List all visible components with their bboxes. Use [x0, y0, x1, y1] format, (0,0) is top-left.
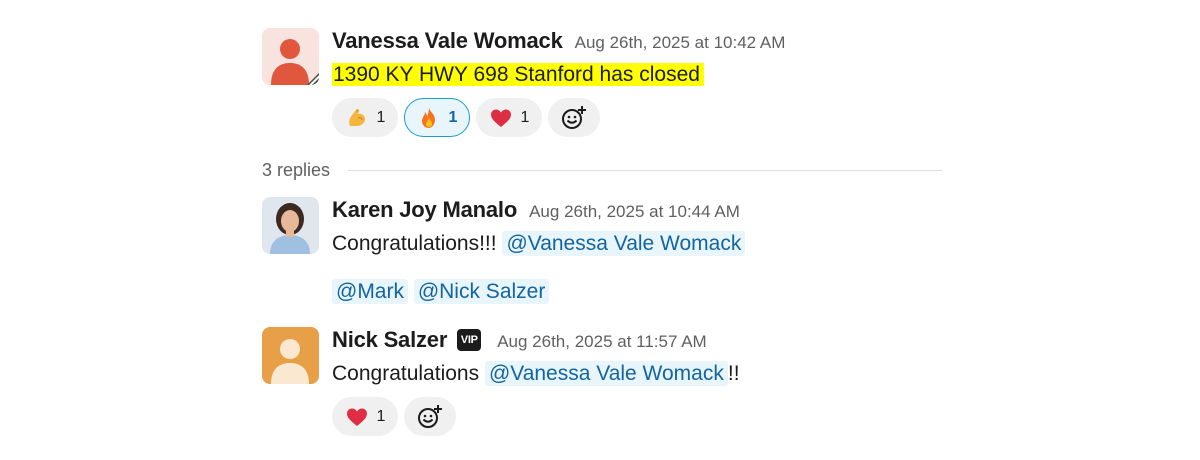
- author-name[interactable]: Nick Salzer: [332, 327, 447, 353]
- timestamp[interactable]: Aug 26th, 2025 at 10:44 AM: [529, 202, 740, 222]
- avatar[interactable]: [262, 197, 319, 254]
- reaction-red-heart[interactable]: 1: [476, 98, 542, 137]
- vip-badge: VIP: [457, 329, 482, 351]
- red-heart-icon: [346, 408, 367, 426]
- reply-karen: Karen Joy Manalo Aug 26th, 2025 at 10:44…: [262, 197, 942, 309]
- reaction-count: 1: [448, 108, 458, 126]
- flexed-biceps-icon: [348, 108, 365, 126]
- mention-vanessa[interactable]: @Vanessa Vale Womack: [484, 361, 728, 386]
- avatar[interactable]: [262, 327, 319, 384]
- reactions-bar: 1 1 1: [332, 98, 942, 137]
- reaction-fire[interactable]: 1: [404, 98, 470, 137]
- author-name[interactable]: Vanessa Vale Womack: [332, 28, 563, 54]
- timestamp[interactable]: Aug 26th, 2025 at 10:42 AM: [575, 33, 786, 53]
- replies-count[interactable]: 3 replies: [262, 160, 330, 181]
- avatar[interactable]: [262, 28, 319, 85]
- message-text: 1390 KY HWY 698 Stanford has closed: [332, 60, 942, 90]
- mention-vanessa[interactable]: @Vanessa Vale Womack: [502, 231, 746, 256]
- timestamp[interactable]: Aug 26th, 2025 at 11:57 AM: [497, 332, 707, 352]
- mention-nick[interactable]: @Nick Salzer: [413, 279, 550, 304]
- message-suffix: !!: [727, 362, 740, 385]
- reactions-bar: 1: [332, 397, 942, 436]
- reply-nick: Nick Salzer VIP Aug 26th, 2025 at 11:57 …: [262, 327, 942, 442]
- message-text: Congratulations @Vanessa Vale Womack!!: [332, 359, 942, 389]
- highlighted-text: 1390 KY HWY 698 Stanford has closed: [332, 63, 704, 86]
- mention-mark[interactable]: @Mark: [332, 279, 408, 304]
- add-reaction-button[interactable]: [404, 397, 456, 436]
- divider-line: [348, 169, 942, 171]
- message-text: Congratulations!!! @Vanessa Vale Womack: [332, 229, 942, 259]
- reaction-count: 1: [520, 108, 530, 126]
- fire-icon: [421, 107, 435, 128]
- red-heart-icon: [490, 109, 511, 127]
- reaction-count: 1: [376, 407, 386, 425]
- add-reaction-button[interactable]: [548, 98, 600, 137]
- author-name[interactable]: Karen Joy Manalo: [332, 197, 517, 223]
- message-text-line-2: @Mark @Nick Salzer: [332, 277, 942, 307]
- thread-replies-divider: 3 replies: [262, 158, 942, 182]
- reaction-red-heart[interactable]: 1: [332, 397, 398, 436]
- reaction-count: 1: [376, 108, 386, 126]
- message-vanessa: Vanessa Vale Womack Aug 26th, 2025 at 10…: [262, 28, 942, 140]
- reaction-flexed-biceps[interactable]: 1: [332, 98, 398, 137]
- message-body: Congratulations: [332, 362, 485, 385]
- add-emoji-icon: [562, 105, 586, 129]
- message-body: Congratulations!!!: [332, 232, 503, 255]
- add-emoji-icon: [418, 404, 442, 428]
